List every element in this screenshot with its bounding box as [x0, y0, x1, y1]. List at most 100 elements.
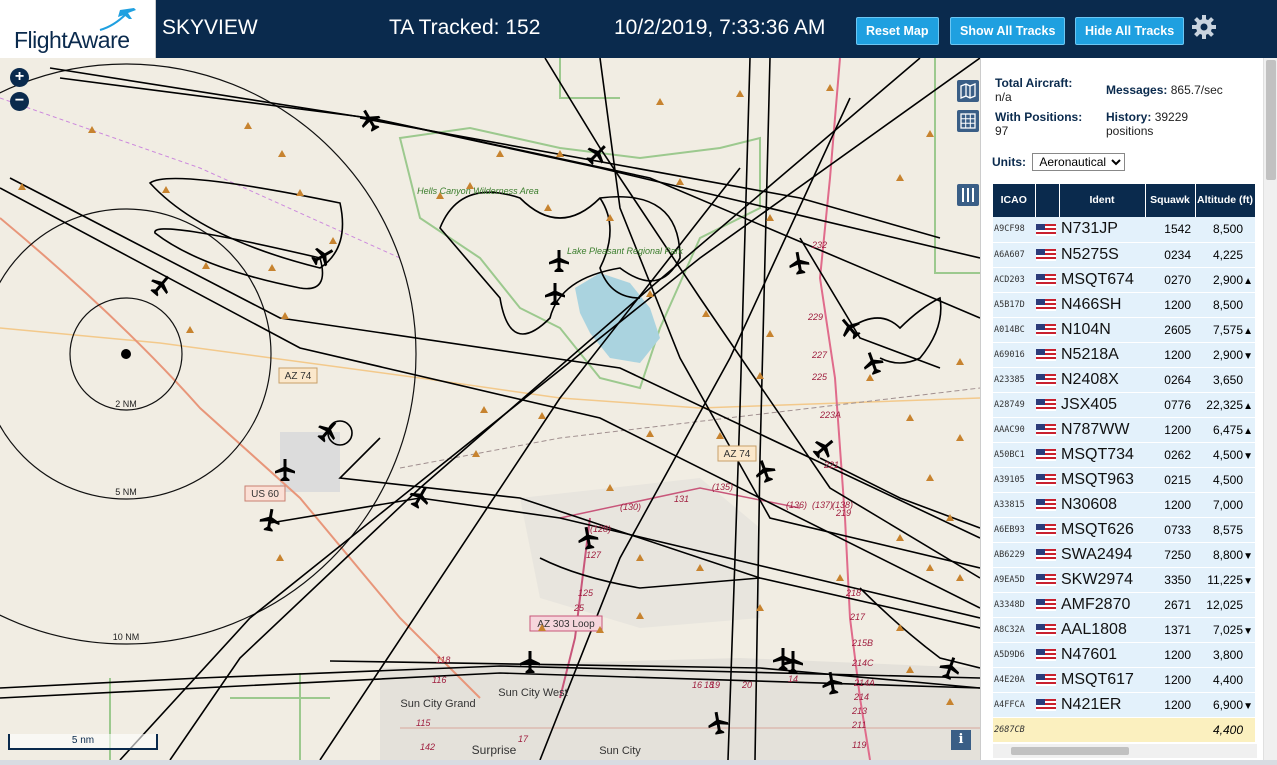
altitude-value: 4,225 — [1212, 247, 1243, 262]
altitude-value: 6,475 — [1212, 422, 1243, 437]
altitude-value: 4,400 — [1212, 672, 1243, 687]
reset-map-button[interactable]: Reset Map — [856, 17, 939, 45]
us-flag-icon — [1036, 549, 1056, 562]
cell-squawk: 1200 — [1145, 667, 1195, 693]
table-row[interactable]: A9EA5D SKW2974 3350 11,225▼ — [993, 567, 1255, 593]
cell-ident: JSX405 — [1059, 392, 1145, 418]
table-row[interactable]: A9CF98 N731JP 1542 8,500 — [993, 217, 1255, 243]
cell-flag — [1035, 542, 1059, 568]
col-header-ident[interactable]: Ident — [1059, 184, 1146, 217]
cell-icao: ACD203 — [993, 267, 1035, 293]
table-row[interactable]: A5B17D N466SH 1200 8,500 — [993, 292, 1255, 318]
map-view[interactable]: Hells Canyon Wilderness Area Lake Pleasa… — [0, 58, 980, 760]
table-row[interactable]: A50BC1 MSQT734 0262 4,500▼ — [993, 442, 1255, 468]
altitude-trend-icon: ▼ — [1243, 350, 1253, 362]
cell-ident: N787WW — [1059, 417, 1145, 443]
table-row[interactable]: A6A607 N5275S 0234 4,225 — [993, 242, 1255, 268]
hide-all-tracks-button[interactable]: Hide All Tracks — [1075, 17, 1185, 45]
route-label: 14 — [788, 674, 798, 684]
map-canvas[interactable]: Hells Canyon Wilderness Area Lake Pleasa… — [0, 58, 980, 760]
cell-ident: MSQT674 — [1059, 267, 1145, 293]
cell-altitude: 3,650 — [1195, 367, 1255, 393]
table-row[interactable]: ACD203 MSQT674 0270 2,900▲ — [993, 267, 1255, 293]
top-bar: FlightAware SKYVIEW TA Tracked: 152 10/2… — [0, 0, 1277, 58]
cell-ident: N5275S — [1059, 242, 1145, 268]
cell-squawk: 1200 — [1145, 642, 1195, 668]
altitude-value: 7,025 — [1212, 622, 1243, 637]
zoom-out-button[interactable]: − — [10, 92, 29, 111]
cell-icao: A6EB93 — [993, 517, 1035, 543]
stat-messages: Messages: 865.7/sec — [1106, 83, 1266, 97]
cell-flag — [1035, 267, 1059, 293]
table-row[interactable]: A8C32A AAL1808 1371 7,025▼ — [993, 617, 1255, 643]
col-header-icao[interactable]: ICAO — [993, 184, 1036, 217]
cell-ident: N47601 — [1059, 642, 1145, 668]
table-row[interactable]: A28749 JSX405 0776 22,325▲ — [993, 392, 1255, 418]
cell-ident — [1059, 717, 1145, 743]
table-row[interactable]: A39105 MSQT963 0215 4,500 — [993, 467, 1255, 493]
table-row[interactable]: A33815 N30608 1200 7,000 — [993, 492, 1255, 518]
col-header-squawk[interactable]: Squawk — [1145, 184, 1196, 217]
cell-altitude: 7,000 — [1195, 492, 1255, 518]
units-select[interactable]: Aeronautical — [1032, 153, 1126, 171]
cell-flag — [1035, 567, 1059, 593]
col-header-flag[interactable] — [1035, 184, 1060, 217]
cell-squawk: 1542 — [1145, 217, 1195, 243]
table-row[interactable]: A014BC N104N 2605 7,575▲ — [993, 317, 1255, 343]
cell-altitude: 2,900▼ — [1195, 342, 1255, 368]
altitude-value: 2,900 — [1212, 347, 1243, 362]
aircraft-table: ICAO Ident Squawk Altitude (ft) A9CF98 N7… — [993, 184, 1256, 743]
horizontal-scroll-thumb[interactable] — [1011, 747, 1129, 755]
cell-flag — [1035, 692, 1059, 718]
cell-squawk: 0270 — [1145, 267, 1195, 293]
cell-squawk: 1200 — [1145, 292, 1195, 318]
table-row[interactable]: 2687CB 4,400 — [993, 717, 1255, 743]
altitude-value: 3,800 — [1212, 647, 1243, 662]
map-info-button[interactable]: i — [951, 730, 971, 750]
gear-icon[interactable] — [1191, 14, 1217, 40]
col-header-altitude[interactable]: Altitude (ft) — [1195, 184, 1256, 217]
table-row[interactable]: A5D9D6 N47601 1200 3,800 — [993, 642, 1255, 668]
flightaware-logo[interactable]: FlightAware — [0, 0, 156, 58]
vertical-scrollbar[interactable] — [1263, 58, 1277, 760]
us-flag-icon — [1036, 624, 1056, 637]
route-label: (130) — [620, 502, 641, 512]
zoom-in-button[interactable]: + — [10, 68, 29, 87]
table-row[interactable]: A23385 N2408X 0264 3,650 — [993, 367, 1255, 393]
table-row[interactable]: AB6229 SWA2494 7250 8,800▼ — [993, 542, 1255, 568]
grid-icon[interactable] — [957, 110, 979, 132]
columns-icon[interactable] — [957, 184, 979, 206]
cell-flag — [1035, 717, 1059, 743]
route-label: 131 — [674, 494, 689, 504]
altitude-value: 7,000 — [1212, 497, 1243, 512]
route-label: 118 — [436, 655, 450, 665]
map-layers-icon[interactable] — [957, 80, 979, 102]
cell-flag — [1035, 592, 1059, 618]
altitude-trend-icon: ▼ — [1243, 625, 1253, 637]
table-row[interactable]: A6EB93 MSQT626 0733 8,575 — [993, 517, 1255, 543]
horizontal-scrollbar[interactable] — [993, 744, 1257, 758]
table-row[interactable]: A69016 N5218A 1200 2,900▼ — [993, 342, 1255, 368]
table-row[interactable]: A4E20A MSQT617 1200 4,400 — [993, 667, 1255, 693]
vertical-scroll-thumb[interactable] — [1266, 60, 1276, 180]
show-all-tracks-button[interactable]: Show All Tracks — [950, 17, 1066, 45]
stat-value: 97 — [995, 124, 1009, 138]
cell-altitude: 6,900▼ — [1195, 692, 1255, 718]
us-flag-icon — [1036, 374, 1056, 387]
altitude-trend-icon: ▼ — [1243, 700, 1253, 712]
table-row[interactable]: AAAC90 N787WW 1200 6,475▲ — [993, 417, 1255, 443]
cell-altitude: 2,900▲ — [1195, 267, 1255, 293]
table-row[interactable]: A4FFCA N421ER 1200 6,900▼ — [993, 692, 1255, 718]
road-shield-label: AZ 303 Loop — [537, 619, 595, 630]
cell-icao: A4FFCA — [993, 692, 1035, 718]
place-label-sun-city-west: Sun City West — [498, 687, 568, 699]
tracked-label: TA Tracked: — [389, 16, 500, 39]
route-label: 142 — [420, 742, 435, 752]
table-row[interactable]: A3348D AMF2870 2671 12,025 — [993, 592, 1255, 618]
route-label: 20 — [741, 680, 752, 690]
cell-icao: A4E20A — [993, 667, 1035, 693]
cell-ident: N30608 — [1059, 492, 1145, 518]
altitude-value: 7,575 — [1212, 322, 1243, 337]
cell-altitude: 6,475▲ — [1195, 417, 1255, 443]
map-scale-bar: 5 nm — [8, 734, 158, 750]
